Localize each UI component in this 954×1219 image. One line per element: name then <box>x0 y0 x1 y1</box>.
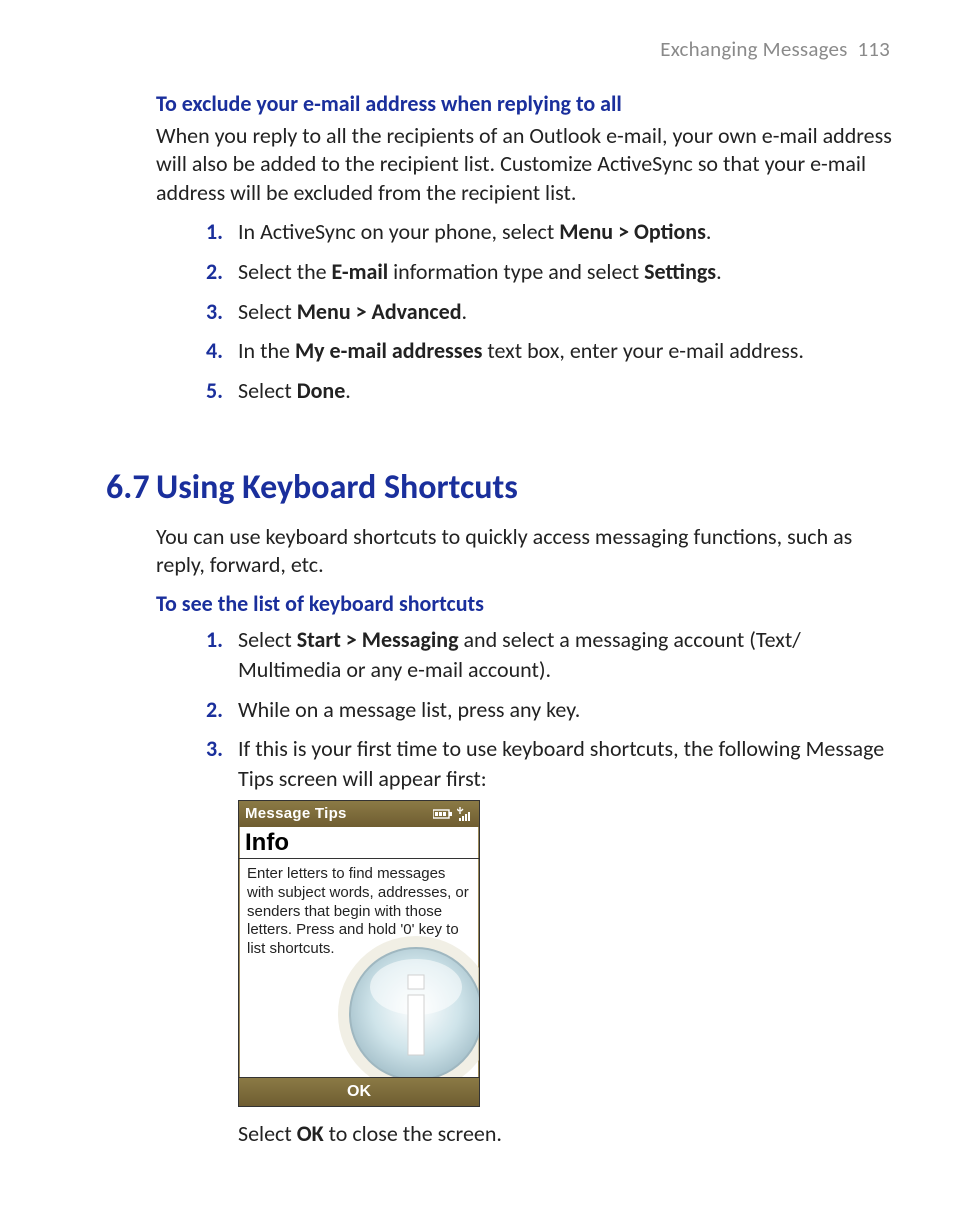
list-item: 4. In the My e-mail addresses text box, … <box>210 336 900 376</box>
section-heading-shortcuts: 6.7Using Keyboard Shortcuts <box>106 468 900 509</box>
step-number: 2. <box>206 257 223 287</box>
step-text: . <box>345 377 351 404</box>
step-text: While on a message list, press any key. <box>238 696 580 723</box>
list-item: 5. Select Done. <box>210 376 900 416</box>
phone-status-icons <box>433 807 473 821</box>
section-title: Using Keyboard Shortcuts <box>156 467 518 508</box>
list-item: 3. If this is your first time to use key… <box>210 734 900 1159</box>
phone-info-header: Info <box>239 827 479 860</box>
chapter-name: Exchanging Messages <box>660 36 847 62</box>
step-bold: Menu > Options <box>559 218 706 245</box>
signal-icon <box>457 807 473 821</box>
phone-title: Message Tips <box>245 804 347 824</box>
info-icon <box>331 929 479 1078</box>
step-number: 3. <box>206 297 223 327</box>
step-text: Select <box>238 377 297 404</box>
subsection-title-exclude-email: To exclude your e-mail address when repl… <box>156 90 900 118</box>
shortcut-steps: 1. Select Start > Messaging and select a… <box>106 625 900 1159</box>
step-text: information type and select <box>388 258 644 285</box>
step-text: text box, enter your e-mail address. <box>482 337 804 364</box>
step-bold: Start > Messaging <box>297 626 459 653</box>
exclude-intro: When you reply to all the recipients of … <box>156 122 900 208</box>
phone-titlebar: Message Tips <box>239 801 479 827</box>
battery-icon <box>433 808 453 820</box>
step-text: In the <box>238 337 295 364</box>
step-bold: E-mail <box>332 258 389 285</box>
list-item: 1. In ActiveSync on your phone, select M… <box>210 217 900 257</box>
phone-screenshot: Message Tips <box>238 800 480 1108</box>
step-bold: Menu > Advanced <box>297 298 462 325</box>
exclude-steps: 1. In ActiveSync on your phone, select M… <box>106 217 900 415</box>
phone-softkey-bar: OK <box>239 1078 479 1106</box>
section-number: 6.7 <box>106 468 156 509</box>
step-number: 5. <box>206 376 223 406</box>
step-number: 1. <box>206 625 223 655</box>
text-bold: OK <box>297 1120 324 1147</box>
list-item: 2. Select the E-mail information type an… <box>210 257 900 297</box>
step-text: In ActiveSync on your phone, select <box>238 218 559 245</box>
phone-ok-button[interactable]: OK <box>347 1081 371 1103</box>
list-item: 1. Select Start > Messaging and select a… <box>210 625 900 694</box>
manual-page: Exchanging Messages 113 To exclude your … <box>0 0 954 1219</box>
text: to close the screen. <box>324 1120 502 1147</box>
step-text: . <box>706 218 712 245</box>
step-bold: My e-mail addresses <box>295 337 483 364</box>
step-text: Select the <box>238 258 332 285</box>
shortcuts-intro: You can use keyboard shortcuts to quickl… <box>156 523 900 580</box>
step-bold: Done <box>297 377 346 404</box>
step-bold: Settings <box>644 258 716 285</box>
step-text: . <box>716 258 722 285</box>
list-item: 3. Select Menu > Advanced. <box>210 297 900 337</box>
step-number: 1. <box>206 217 223 247</box>
step-number: 3. <box>206 734 223 764</box>
step-text: If this is your first time to use keyboa… <box>238 735 884 792</box>
page-number: 113 <box>857 36 890 62</box>
step-text: Select <box>238 626 297 653</box>
step-text: Select <box>238 298 297 325</box>
text: Select <box>238 1120 297 1147</box>
phone-body: Enter letters to find messages with subj… <box>239 859 479 1078</box>
step-text: . <box>462 298 468 325</box>
subsection-title-shortcut-list: To see the list of keyboard shortcuts <box>156 590 900 618</box>
after-phone-text: Select OK to close the screen. <box>238 1119 890 1149</box>
step-number: 4. <box>206 336 223 366</box>
step-number: 2. <box>206 695 223 725</box>
list-item: 2. While on a message list, press any ke… <box>210 695 900 735</box>
running-header: Exchanging Messages 113 <box>106 36 890 62</box>
